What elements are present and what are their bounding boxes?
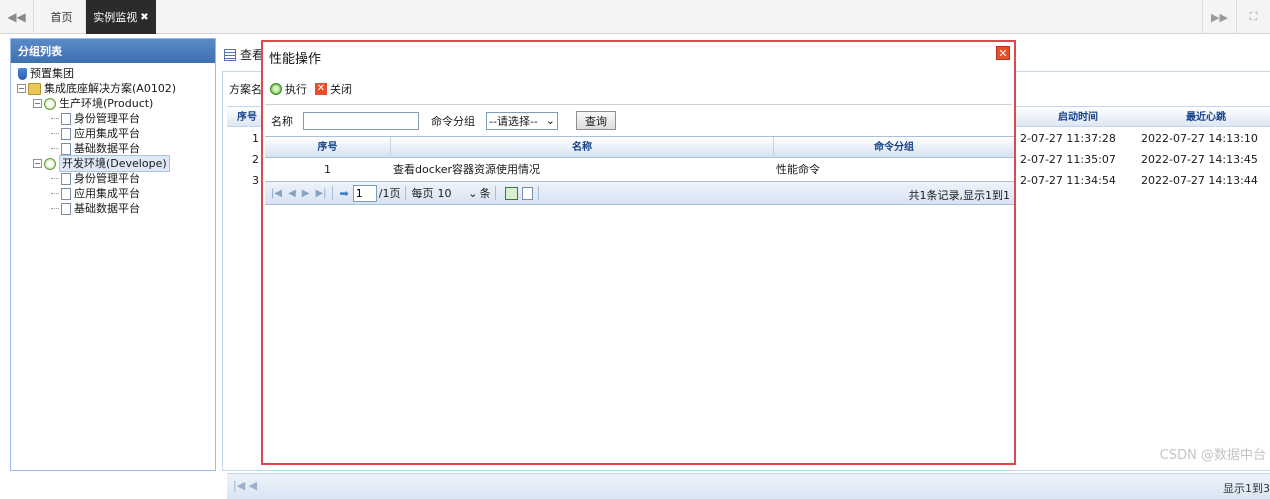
group-tree: 预置集团 − 集成底座解决方案(A0102) − 生产环境(Product) 身…	[11, 63, 215, 216]
close-icon: ✕	[315, 83, 327, 95]
name-input[interactable]	[303, 111, 419, 130]
tree-node-platform[interactable]: 应用集成平台	[11, 126, 215, 141]
tree-node-platform[interactable]: 基础数据平台	[11, 141, 215, 156]
tree-node-platform[interactable]: 应用集成平台	[11, 186, 215, 201]
page-icon	[61, 187, 71, 200]
column-start-time[interactable]: 启动时间	[1019, 107, 1137, 128]
table-row[interactable]: 1 查看docker容器资源使用情况 性能命令	[265, 159, 1014, 180]
first-page-icon[interactable]: |◀ ◀	[233, 479, 257, 492]
page-icon	[61, 112, 71, 125]
document-icon[interactable]	[522, 186, 534, 200]
command-group-select[interactable]: --请选择-- ⌄	[486, 111, 558, 130]
tree-node-platform[interactable]: 身份管理平台	[11, 171, 215, 186]
dialog-title: 性能操作	[269, 52, 322, 67]
name-label: 名称	[271, 114, 293, 128]
column-command-group[interactable]: 命令分组	[774, 137, 1014, 158]
group-list-panel: 分组列表 预置集团 − 集成底座解决方案(A0102) − 生产环境(Produ…	[10, 38, 216, 471]
tab-instance-monitor[interactable]: 实例监视 ✖	[86, 0, 156, 34]
tab-bar: ◀◀ 首页 实例监视 ✖ ▶▶ ⛶	[0, 0, 1270, 34]
double-chevron-left-icon: ◀◀	[7, 10, 26, 24]
double-chevron-right-icon: ▶▶	[1211, 10, 1228, 24]
first-page-icon[interactable]: |◀	[271, 188, 282, 199]
environment-icon	[44, 97, 56, 110]
performance-operation-dialog: 性能操作 ✕ 执行 ✕ 关闭 名称 命令分组 --请选择-- ⌄ 查询 序号 名…	[261, 40, 1016, 465]
page-icon	[61, 142, 71, 155]
dialog-close-button[interactable]: ✕	[996, 46, 1010, 60]
tab-home[interactable]: 首页	[38, 0, 86, 34]
total-pages: /1页	[378, 187, 401, 200]
collapse-icon[interactable]: −	[33, 159, 42, 168]
tree-node-platform[interactable]: 基础数据平台	[11, 201, 215, 216]
fullscreen-icon: ⛶	[1249, 10, 1258, 23]
collapse-icon[interactable]: −	[17, 84, 26, 93]
page-icon	[61, 127, 71, 140]
command-grid-pager: |◀ ◀ ▶ ▶| ➡ /1页 每页 10 ⌄ 条 共1条记录,显示1到1	[265, 181, 1014, 205]
excel-export-icon[interactable]	[505, 186, 519, 200]
column-seq[interactable]: 序号	[265, 137, 391, 158]
tab-scroll-left-button[interactable]: ◀◀	[0, 0, 34, 34]
query-button[interactable]: 查询	[576, 111, 616, 130]
tree-node-product-env[interactable]: − 生产环境(Product)	[11, 96, 215, 111]
page-icon	[61, 172, 71, 185]
pager-info: 显示1到3	[1223, 482, 1270, 495]
tab-close-icon[interactable]: ✖	[140, 12, 148, 23]
fullscreen-button[interactable]: ⛶	[1236, 0, 1270, 34]
next-page-icon[interactable]: ▶	[302, 188, 310, 199]
per-page-label: 每页	[411, 187, 434, 200]
panel-title: 查看	[224, 46, 264, 63]
chevron-down-icon: ⌄	[468, 186, 478, 200]
per-page-unit: 条	[479, 187, 491, 200]
execute-icon	[270, 83, 282, 95]
command-grid-header: 序号 名称 命令分组	[265, 136, 1014, 158]
close-button[interactable]: ✕ 关闭	[315, 81, 352, 97]
execute-button[interactable]: 执行	[270, 81, 307, 97]
column-name[interactable]: 名称	[391, 137, 774, 158]
page-number-input[interactable]	[352, 184, 377, 202]
tree-node-solution[interactable]: − 集成底座解决方案(A0102)	[11, 81, 215, 96]
tab-scroll-right-button[interactable]: ▶▶	[1202, 0, 1236, 34]
folder-icon	[28, 82, 41, 95]
tree-node-platform[interactable]: 身份管理平台	[11, 111, 215, 126]
last-page-icon[interactable]: ▶|	[315, 188, 326, 199]
group-icon	[18, 67, 27, 80]
solution-name-label: 方案名	[229, 83, 262, 96]
environment-icon	[44, 157, 56, 170]
group-list-title: 分组列表	[11, 39, 215, 63]
prev-page-icon[interactable]: ◀	[288, 188, 296, 199]
dialog-toolbar: 执行 ✕ 关闭	[270, 80, 360, 98]
command-group-label: 命令分组	[431, 114, 475, 128]
watermark: CSDN @数据中台	[1159, 448, 1266, 463]
tree-node-group[interactable]: 预置集团	[11, 66, 215, 81]
search-bar: 名称 命令分组 --请选择-- ⌄ 查询	[265, 104, 1012, 136]
instance-grid-pager: |◀ ◀ 显示1到3	[227, 473, 1270, 499]
page-icon	[61, 202, 71, 215]
pager-info: 共1条记录,显示1到1	[908, 189, 1011, 202]
per-page-select[interactable]: 10 ⌄	[435, 185, 479, 202]
go-page-icon[interactable]: ➡	[340, 187, 349, 200]
chevron-down-icon: ⌄	[545, 114, 555, 127]
collapse-icon[interactable]: −	[33, 99, 42, 108]
tree-node-develop-env[interactable]: − 开发环境(Develope)	[11, 155, 215, 172]
column-heartbeat[interactable]: 最近心跳	[1139, 107, 1270, 128]
list-icon	[224, 48, 236, 61]
